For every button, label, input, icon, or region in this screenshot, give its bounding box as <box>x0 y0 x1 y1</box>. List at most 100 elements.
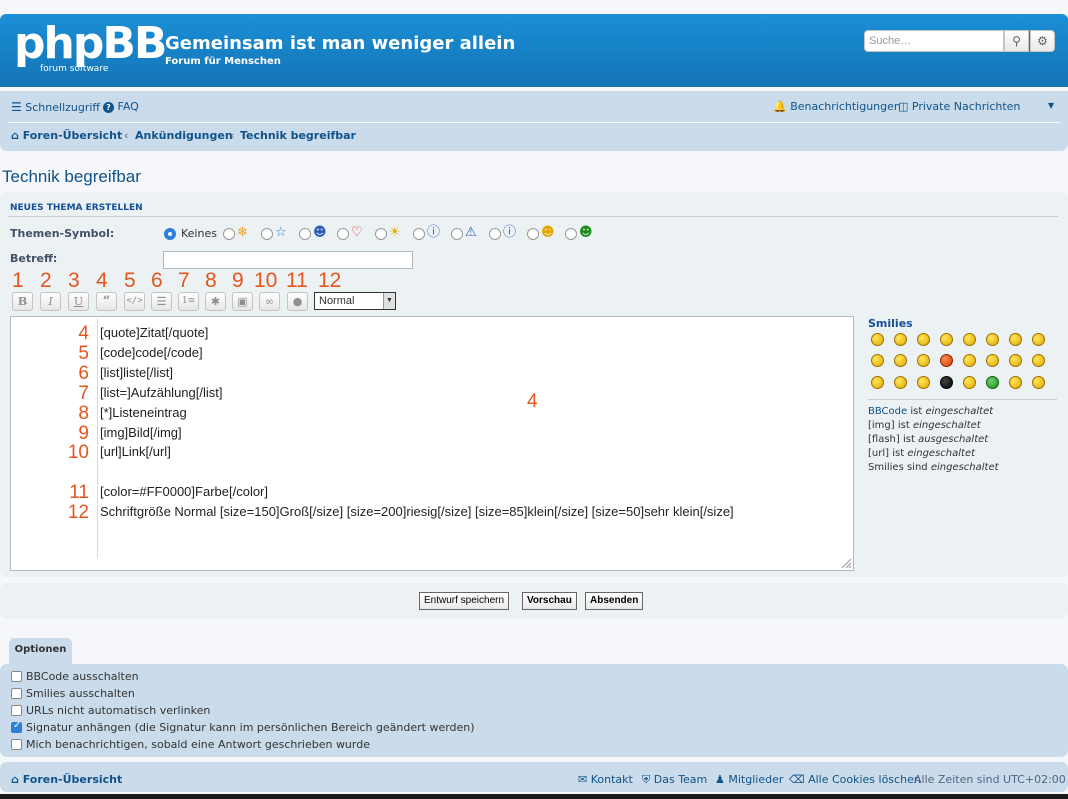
font-size-select[interactable]: Normal ▼ <box>314 292 396 310</box>
topic-icon-radio[interactable] <box>375 228 387 240</box>
smiley-icon[interactable] <box>963 333 976 346</box>
topic-icon-radio[interactable] <box>299 228 311 240</box>
quick-links-link[interactable]: ☰ Schnellzugriff <box>11 100 100 114</box>
color-button[interactable]: ● <box>287 292 308 311</box>
image-button[interactable]: ▣ <box>232 292 253 311</box>
ordered-list-icon: 1≡ <box>181 296 196 306</box>
annotation-number: 10 <box>254 269 278 292</box>
list-item-button[interactable]: ✱ <box>205 292 226 311</box>
search-input[interactable]: Suche… <box>864 30 1004 52</box>
smiley-icon[interactable] <box>917 354 930 367</box>
annotation-number: 12 <box>318 269 342 292</box>
option-checkbox-disable-smilies[interactable] <box>11 688 22 699</box>
window-bottom-edge <box>0 794 1068 799</box>
topic-icon-radio[interactable] <box>489 228 501 240</box>
question-circle-icon: ? <box>103 102 114 113</box>
italic-button[interactable]: I <box>40 292 61 311</box>
option-label: URLs nicht automatisch verlinken <box>26 704 211 717</box>
underline-icon: U <box>73 295 84 308</box>
topic-icon-radio[interactable] <box>527 228 539 240</box>
option-checkbox-disable-urls[interactable] <box>11 705 22 716</box>
smiley-icon[interactable] <box>1009 354 1022 367</box>
page-title[interactable]: Technik begreifbar <box>2 167 141 187</box>
topic-icon-radio-none[interactable] <box>164 228 176 240</box>
underline-button[interactable]: U <box>68 292 89 311</box>
footer-contact-link[interactable]: ✉ Kontakt <box>578 773 633 786</box>
phpbb-logo[interactable]: phpBB forum software <box>14 18 167 76</box>
smiley-icon[interactable] <box>1032 354 1045 367</box>
option-checkbox-notify[interactable] <box>11 739 22 750</box>
topic-icon-radio[interactable] <box>337 228 349 240</box>
save-draft-button[interactable]: Entwurf speichern <box>419 592 510 610</box>
topic-icon-none-label: Keines <box>181 227 217 240</box>
smiley-icon[interactable] <box>986 333 999 346</box>
topic-icon-radio[interactable] <box>565 228 577 240</box>
smiley-icon[interactable] <box>871 333 884 346</box>
topic-icon-radio[interactable] <box>413 228 425 240</box>
annotation-number: 2 <box>40 269 52 292</box>
link-button[interactable]: ∞ <box>259 292 280 311</box>
smiley-icon[interactable] <box>1032 376 1045 389</box>
search-icon: ⚲ <box>1012 34 1021 48</box>
smiley-icon[interactable] <box>940 333 953 346</box>
topic-icon-label: Themen-Symbol: <box>10 227 115 240</box>
resize-handle[interactable] <box>840 557 852 569</box>
code-button[interactable]: </> <box>124 292 145 311</box>
private-messages-label: Private Nachrichten <box>911 100 1021 113</box>
status-connector: ist <box>907 406 926 417</box>
quote-button[interactable]: “ <box>96 292 117 311</box>
smiley-icon[interactable] <box>1032 333 1045 346</box>
smiley-icon[interactable] <box>940 376 953 389</box>
topic-icon-radio[interactable] <box>261 228 273 240</box>
footer-team-link[interactable]: ⛨ Das Team <box>642 773 707 787</box>
smiley-icon[interactable] <box>986 376 999 389</box>
option-label: BBCode ausschalten <box>26 670 139 683</box>
editor-line: [url]Link[/url] <box>100 444 171 459</box>
topic-icon-radio[interactable] <box>451 228 463 240</box>
option-checkbox-disable-bbcode[interactable] <box>11 671 22 682</box>
smiley-icon[interactable] <box>894 376 907 389</box>
editor-line: [code]code[/code] <box>100 345 203 360</box>
smiley-icon[interactable] <box>917 333 930 346</box>
smiley-icon[interactable] <box>963 376 976 389</box>
bold-button[interactable]: B <box>12 292 33 311</box>
smiley-icon[interactable] <box>1009 333 1022 346</box>
smiley-icon[interactable] <box>1009 376 1022 389</box>
faq-link[interactable]: ? FAQ <box>103 100 139 113</box>
hamburger-icon: ☰ <box>11 100 22 114</box>
option-checkbox-attach-signature[interactable] <box>11 720 22 733</box>
tab-options[interactable]: Optionen <box>9 638 72 664</box>
breadcrumb-topic[interactable]: Technik begreifbar <box>240 129 356 142</box>
smiley-icon[interactable] <box>871 376 884 389</box>
preview-button[interactable]: Vorschau <box>522 592 577 610</box>
option-label: Mich benachrichtigen, sobald eine Antwor… <box>26 738 370 751</box>
font-size-value: Normal <box>319 295 355 307</box>
status-connector: ist <box>894 420 913 431</box>
user-dropdown-toggle[interactable]: ▼ <box>1048 101 1054 110</box>
smiley-icon[interactable] <box>963 354 976 367</box>
ordered-list-button[interactable]: 1≡ <box>178 292 199 311</box>
line-number: 6 <box>78 363 89 384</box>
breadcrumb-home[interactable]: ⌂ Foren-Übersicht <box>11 129 122 142</box>
annotation-number: 4 <box>96 269 108 292</box>
topic-icon-radio[interactable] <box>223 228 235 240</box>
smiley-icon[interactable] <box>894 333 907 346</box>
footer-members-link[interactable]: ♟ Mitglieder <box>715 773 783 786</box>
footer-home-link[interactable]: ⌂ Foren-Übersicht <box>11 773 122 786</box>
search-button[interactable]: ⚲ <box>1004 30 1029 52</box>
breadcrumb-announcements[interactable]: Ankündigungen <box>135 129 233 142</box>
subject-input[interactable] <box>163 251 413 269</box>
footer-delete-cookies-link[interactable]: ⌫ Alle Cookies löschen <box>789 773 921 786</box>
notifications-link[interactable]: 🔔 Benachrichtigungen <box>773 100 901 113</box>
line-number: 7 <box>78 383 89 404</box>
bbcode-link[interactable]: BBCode <box>868 406 907 417</box>
private-messages-link[interactable]: ◫ Private Nachrichten <box>898 100 1020 113</box>
smiley-icon[interactable] <box>986 354 999 367</box>
submit-button[interactable]: Absenden <box>585 592 644 610</box>
advanced-search-button[interactable]: ⚙ <box>1030 30 1055 52</box>
smiley-icon[interactable] <box>894 354 907 367</box>
smiley-icon[interactable] <box>940 354 953 367</box>
smiley-icon[interactable] <box>871 354 884 367</box>
list-button[interactable]: ☰ <box>151 292 172 311</box>
smiley-icon[interactable] <box>917 376 930 389</box>
